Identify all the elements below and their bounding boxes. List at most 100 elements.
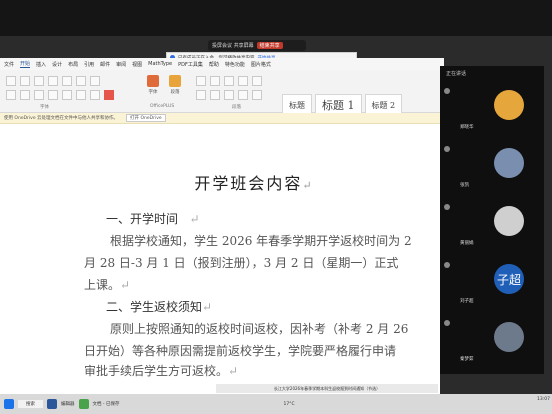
paragraph-dialog-icon <box>169 75 181 87</box>
app-1-label[interactable]: 编辑器 <box>61 401 75 407</box>
section1-line-3-text: 上课。 <box>84 278 121 292</box>
meeting-app-icon[interactable] <box>78 399 89 409</box>
alignment-controls-row <box>196 90 262 100</box>
menu-item[interactable]: 插入 <box>36 61 46 68</box>
participant-name: 黄丽娟 <box>460 241 474 246</box>
ribbon-group-officeplus: OfficePLUS <box>150 104 175 109</box>
section2-heading: 二、学生返校须知↵ <box>106 298 212 315</box>
highlight-icon[interactable] <box>90 90 100 100</box>
onedrive-banner: 使用 OneDrive 云处理文档在文件中与他人共享和协作。 打开 OneDri… <box>0 113 444 124</box>
participant-tile[interactable]: 秦梦茹 <box>444 320 542 366</box>
section2-line-1: 原则上按照通知的返校时间返校，因补考（补考 2 月 26 <box>110 322 409 336</box>
app-2-label[interactable]: 文档 - 已保存 <box>93 401 120 407</box>
line-spacing-icon[interactable] <box>252 90 262 100</box>
menu-item[interactable]: 引用 <box>84 61 94 68</box>
shrink-font-icon[interactable] <box>48 76 58 86</box>
paragraph-mark: ↵ <box>302 179 314 192</box>
section1-line-3: 上课。↵ <box>84 276 130 293</box>
font-family-select[interactable] <box>6 76 16 86</box>
clock: 13:07 <box>537 397 550 402</box>
menu-item[interactable]: MathType <box>148 61 172 67</box>
panel-header: 正在讲话 <box>446 70 466 77</box>
participant-tile[interactable]: 张凯 <box>444 146 542 192</box>
word-app-icon[interactable] <box>47 399 57 409</box>
start-icon[interactable] <box>4 399 14 409</box>
document-title-text: 开学班会内容 <box>194 174 303 193</box>
menu-item[interactable]: 视图 <box>132 61 142 68</box>
participants-panel: 正在讲话 郑晓华张凯黄丽娟子超 刘子超秦梦茹 <box>440 66 544 374</box>
strikethrough-icon[interactable] <box>48 90 58 100</box>
align-center-icon[interactable] <box>210 90 220 100</box>
font-button-label: 字体 <box>148 90 158 95</box>
menu-item[interactable]: 文件 <box>4 61 14 68</box>
italic-icon[interactable] <box>20 90 30 100</box>
format-controls-row <box>6 90 114 100</box>
document-bottom-banner: 长江大学2026年春季学期本科生返校报到时间通知（节选） <box>216 384 438 393</box>
search-box[interactable]: 搜索 <box>18 400 43 408</box>
menu-item[interactable]: PDF工具集 <box>178 61 203 68</box>
phonetic-icon[interactable] <box>90 76 100 86</box>
participant-name: 张凯 <box>460 183 469 188</box>
section2-line-3-text: 审批手续后学生方可返校。 <box>84 364 229 378</box>
section1-line-2: 月 28 日-3 月 1 日（报到注册），3 月 2 日（星期一）正式 <box>84 256 399 270</box>
menu-item[interactable]: 特色功能 <box>225 61 245 68</box>
menu-item[interactable]: 帮助 <box>209 61 219 68</box>
font-size-select[interactable] <box>20 76 30 86</box>
paragraph-button-label: 段落 <box>170 90 180 95</box>
paragraph-button[interactable]: 段落 <box>166 75 184 103</box>
numbering-icon[interactable] <box>210 76 220 86</box>
menu-item[interactable]: 布局 <box>68 61 78 68</box>
font-controls-row <box>6 76 100 86</box>
participant-tile[interactable]: 黄丽娟 <box>444 204 542 250</box>
participant-name: 郑晓华 <box>460 125 474 130</box>
grow-font-icon[interactable] <box>34 76 44 86</box>
font-color-icon[interactable] <box>104 90 114 100</box>
meeting-toolbar: 投屏会议 共享屏幕 结束共享 <box>208 40 306 51</box>
multilevel-list-icon[interactable] <box>224 76 234 86</box>
ribbon: 字体 OfficePLUS 段落 字体 段落 标题 标题 1 标题 2 <box>0 70 440 116</box>
menu-item[interactable]: 设计 <box>52 61 62 68</box>
onedrive-text: 使用 OneDrive 云处理文档在文件中与他人共享和协作。 <box>4 116 119 121</box>
menu-item[interactable]: 邮件 <box>100 61 110 68</box>
decrease-indent-icon[interactable] <box>238 76 248 86</box>
paragraph-mark: ↵ <box>228 364 239 378</box>
align-right-icon[interactable] <box>224 90 234 100</box>
open-onedrive-button[interactable]: 打开 OneDrive <box>126 114 166 122</box>
menu-item[interactable]: 开始 <box>20 60 31 68</box>
bullets-icon[interactable] <box>196 76 206 86</box>
clear-format-icon[interactable] <box>76 76 86 86</box>
align-left-icon[interactable] <box>196 90 206 100</box>
paragraph-mark: ↵ <box>202 300 213 314</box>
mic-icon <box>444 88 450 94</box>
avatar <box>494 206 524 236</box>
case-icon[interactable] <box>62 76 72 86</box>
avatar <box>494 90 524 120</box>
underline-icon[interactable] <box>34 90 44 100</box>
avatar: 子超 <box>494 264 524 294</box>
section1-heading: 一、开学时间 ↵ <box>106 210 200 227</box>
superscript-icon[interactable] <box>76 90 86 100</box>
mic-icon <box>444 262 450 268</box>
mic-icon <box>444 146 450 152</box>
justify-icon[interactable] <box>238 90 248 100</box>
avatar <box>494 322 524 352</box>
menu-item[interactable]: 审阅 <box>116 61 126 68</box>
ribbon-group-paragraph: 段落 <box>232 105 241 110</box>
menu-bar: 文件 开始 插入 设计 布局 引用 邮件 审阅 视图 MathType PDF工具集 帮助 特色功能 图片… <box>0 58 444 70</box>
increase-indent-icon[interactable] <box>252 76 262 86</box>
avatar <box>494 148 524 178</box>
mic-icon <box>444 320 450 326</box>
bold-icon[interactable] <box>6 90 16 100</box>
menu-item[interactable]: 图片格式 <box>251 61 271 68</box>
document-title: 开学班会内容↵ <box>78 170 430 194</box>
section2-line-3: 审批手续后学生方可返校。↵ <box>84 362 238 379</box>
font-button[interactable]: 字体 <box>144 75 162 103</box>
speaking-label: 正在讲话 <box>446 71 467 77</box>
participant-tile[interactable]: 子超 刘子超 <box>444 262 542 308</box>
section1-heading-text: 一、开学时间 <box>106 212 179 226</box>
paragraph-mark: ↵ <box>120 278 131 292</box>
document-page[interactable]: 开学班会内容↵ 一、开学时间 ↵ 根据学校通知，学生 2026 年春季学期开学返… <box>78 126 430 394</box>
stop-share-button[interactable]: 结束共享 <box>256 42 283 49</box>
participant-tile[interactable]: 郑晓华 <box>444 88 542 134</box>
subscript-icon[interactable] <box>62 90 72 100</box>
